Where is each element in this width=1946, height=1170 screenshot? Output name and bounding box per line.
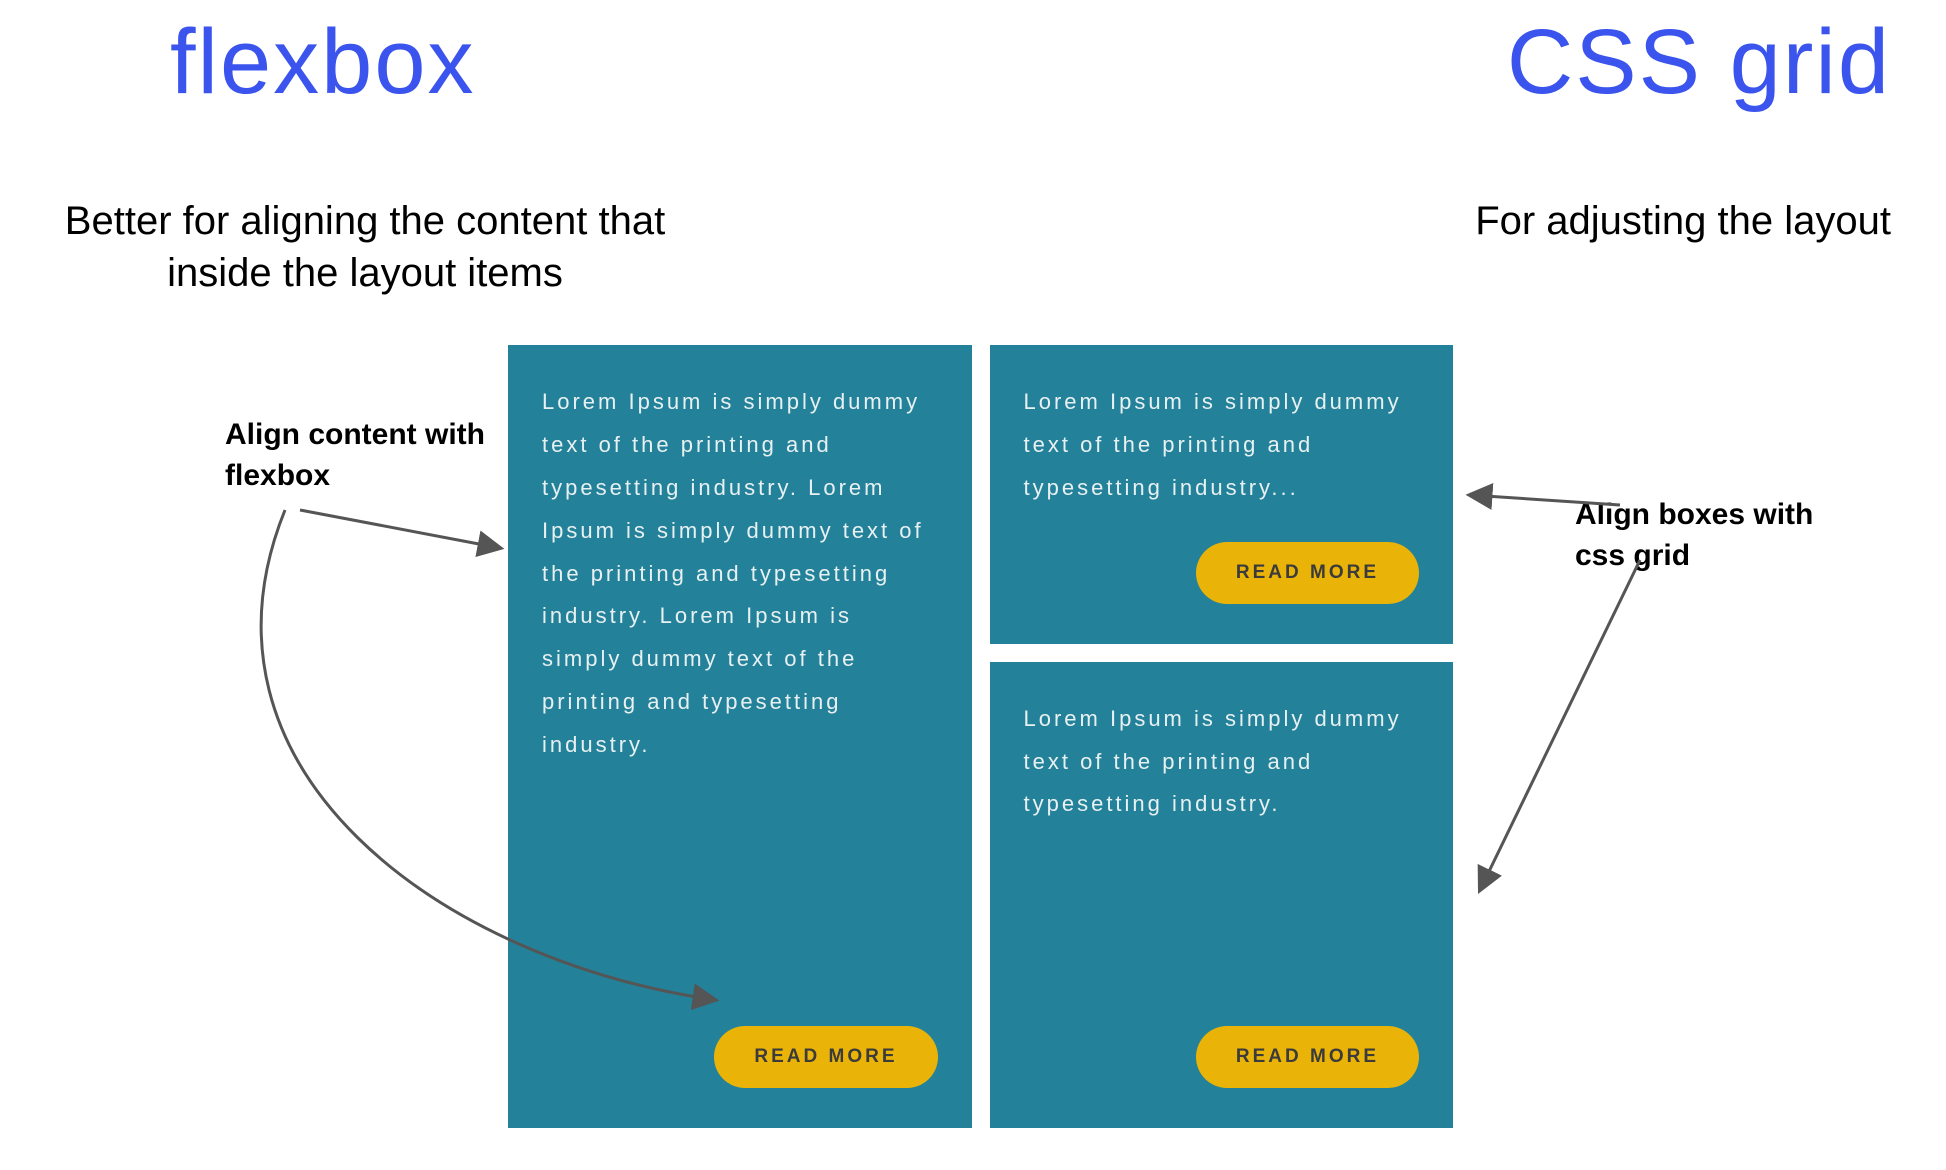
read-more-button[interactable]: READ MORE	[714, 1026, 937, 1088]
card-bottom-right: Lorem Ipsum is simply dummy text of the …	[990, 662, 1454, 1128]
annotation-flexbox: Align content with flexbox	[225, 415, 505, 496]
title-flexbox: flexbox	[170, 10, 476, 115]
card-left-text: Lorem Ipsum is simply dummy text of the …	[542, 381, 938, 767]
card-top-right: Lorem Ipsum is simply dummy text of the …	[990, 345, 1454, 644]
read-more-button[interactable]: READ MORE	[1196, 542, 1419, 604]
read-more-button[interactable]: READ MORE	[1196, 1026, 1419, 1088]
card-left: Lorem Ipsum is simply dummy text of the …	[508, 345, 972, 1128]
annotation-cssgrid: Align boxes with css grid	[1575, 495, 1835, 576]
subtitle-flexbox: Better for aligning the content that ins…	[50, 195, 680, 299]
title-cssgrid: CSS grid	[1507, 10, 1891, 115]
arrow-flexbox-to-text-icon	[300, 510, 500, 548]
arrow-grid-to-bottom-card-icon	[1480, 560, 1640, 890]
subtitle-cssgrid: For adjusting the layout	[1475, 195, 1891, 247]
card-top-right-text: Lorem Ipsum is simply dummy text of the …	[1024, 381, 1420, 510]
card-bottom-right-text: Lorem Ipsum is simply dummy text of the …	[1024, 698, 1420, 827]
card-grid: Lorem Ipsum is simply dummy text of the …	[508, 345, 1453, 1128]
